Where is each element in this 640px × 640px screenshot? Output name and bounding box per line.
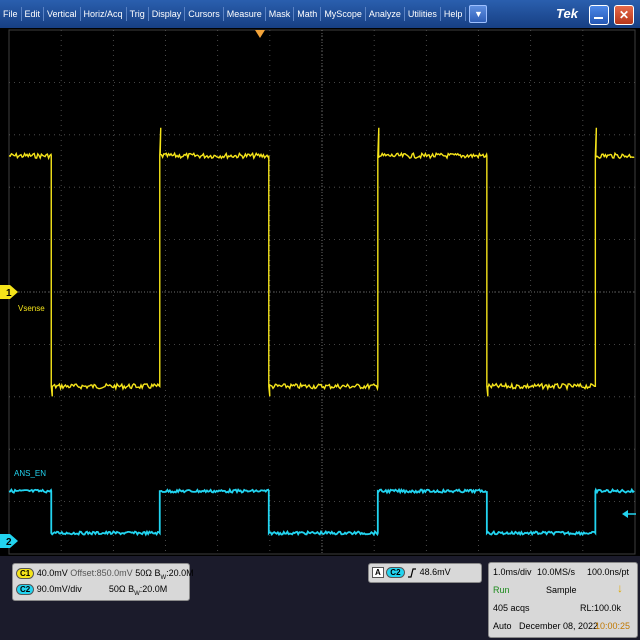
acquisition-count: 405 acqs	[493, 603, 530, 613]
menu-trig[interactable]: Trig	[127, 7, 149, 21]
menu-file[interactable]: File	[0, 7, 22, 21]
menu-analyze[interactable]: Analyze	[366, 7, 405, 21]
ch1-marker[interactable]: 1	[0, 285, 18, 299]
trigger-mode: Auto	[493, 621, 512, 631]
ch2-bandwidth: :20.0M	[139, 584, 168, 594]
rising-edge-icon	[408, 568, 417, 578]
close-icon: ✕	[618, 8, 630, 22]
trigger-level-marker[interactable]	[622, 510, 636, 518]
menu-help[interactable]: Help	[441, 7, 467, 21]
menu-mask[interactable]: Mask	[266, 7, 295, 21]
time: 10:00:25	[595, 621, 631, 631]
chevron-down-icon[interactable]: ▼	[469, 5, 488, 23]
ch1-label: Vsense	[18, 304, 45, 313]
menu-horiz-acq[interactable]: Horiz/Acq	[81, 7, 127, 21]
ch2-marker[interactable]: 2	[0, 534, 18, 548]
ch2-marker-label: 2	[6, 537, 12, 548]
trigger-settings-panel[interactable]: A C2 48.6mV	[368, 563, 482, 583]
ch2-badge: C2	[16, 584, 35, 595]
menu-vertical[interactable]: Vertical	[44, 7, 81, 21]
menu-utilities[interactable]: Utilities	[405, 7, 441, 21]
menu-bar: File Edit Vertical Horiz/Acq Trig Displa…	[0, 0, 640, 28]
menu-measure[interactable]: Measure	[224, 7, 266, 21]
minimize-icon	[594, 17, 603, 19]
ch1-settings-row[interactable]: C1 40.0mV Offset:850.0mV 50Ω BW:20.0M	[16, 568, 194, 581]
ans-en-trace	[8, 487, 635, 537]
trigger-level: 48.6mV	[419, 567, 451, 577]
ch1-bandwidth-label: BW	[154, 568, 166, 581]
ch1-badge: C1	[16, 568, 35, 579]
acquisition-panel[interactable]: 1.0ms/div 10.0MS/s 100.0ns/pt Run Sample…	[488, 562, 638, 638]
ch2-settings-row[interactable]: C2 90.0mV/div 50Ω BW:20.0M	[16, 584, 167, 597]
acquisition-mode: Sample	[546, 585, 577, 595]
menu-edit[interactable]: Edit	[22, 7, 45, 21]
trigger-position-marker[interactable]	[255, 30, 265, 38]
trigger-mode-badge: A	[372, 567, 384, 578]
channel-settings-panel: C1 40.0mV Offset:850.0mV 50Ω BW:20.0M C2…	[12, 563, 194, 601]
minimize-button[interactable]	[589, 5, 609, 25]
date: December 08, 2022	[519, 621, 599, 631]
ch1-marker-label: 1	[6, 288, 12, 299]
sample-rate: 10.0MS/s	[537, 567, 576, 577]
ch1-impedance: 50Ω	[135, 568, 152, 578]
menu-math[interactable]: Math	[294, 7, 322, 21]
ch1-bandwidth: :20.0M	[166, 568, 194, 578]
run-state: Run	[493, 585, 510, 595]
ch1-offset: Offset:850.0mV	[70, 568, 133, 578]
menu-display[interactable]: Display	[149, 7, 186, 21]
trigger-status-icon: ↓	[617, 581, 623, 595]
brand-logo: Tek	[556, 6, 578, 21]
menu-myscope[interactable]: MyScope	[321, 7, 366, 21]
close-button[interactable]: ✕	[614, 5, 634, 25]
ch2-scale: 90.0mV/div	[36, 584, 82, 594]
trigger-source-badge: C2	[386, 567, 405, 578]
record-length: RL:100.0k	[580, 603, 622, 613]
timebase: 1.0ms/div	[493, 567, 532, 577]
ch2-impedance: 50Ω	[108, 584, 126, 594]
waveform-display[interactable]: 1 2 Vsense ANS_EN	[0, 28, 640, 556]
resolution: 100.0ns/pt	[587, 567, 630, 577]
ch1-scale: 40.0mV	[36, 568, 68, 578]
menu-cursors[interactable]: Cursors	[185, 7, 224, 21]
ch2-bandwidth-label: BW	[128, 584, 140, 597]
graticule: 1 2 Vsense ANS_EN	[0, 29, 636, 555]
ch2-label: ANS_EN	[14, 469, 46, 478]
